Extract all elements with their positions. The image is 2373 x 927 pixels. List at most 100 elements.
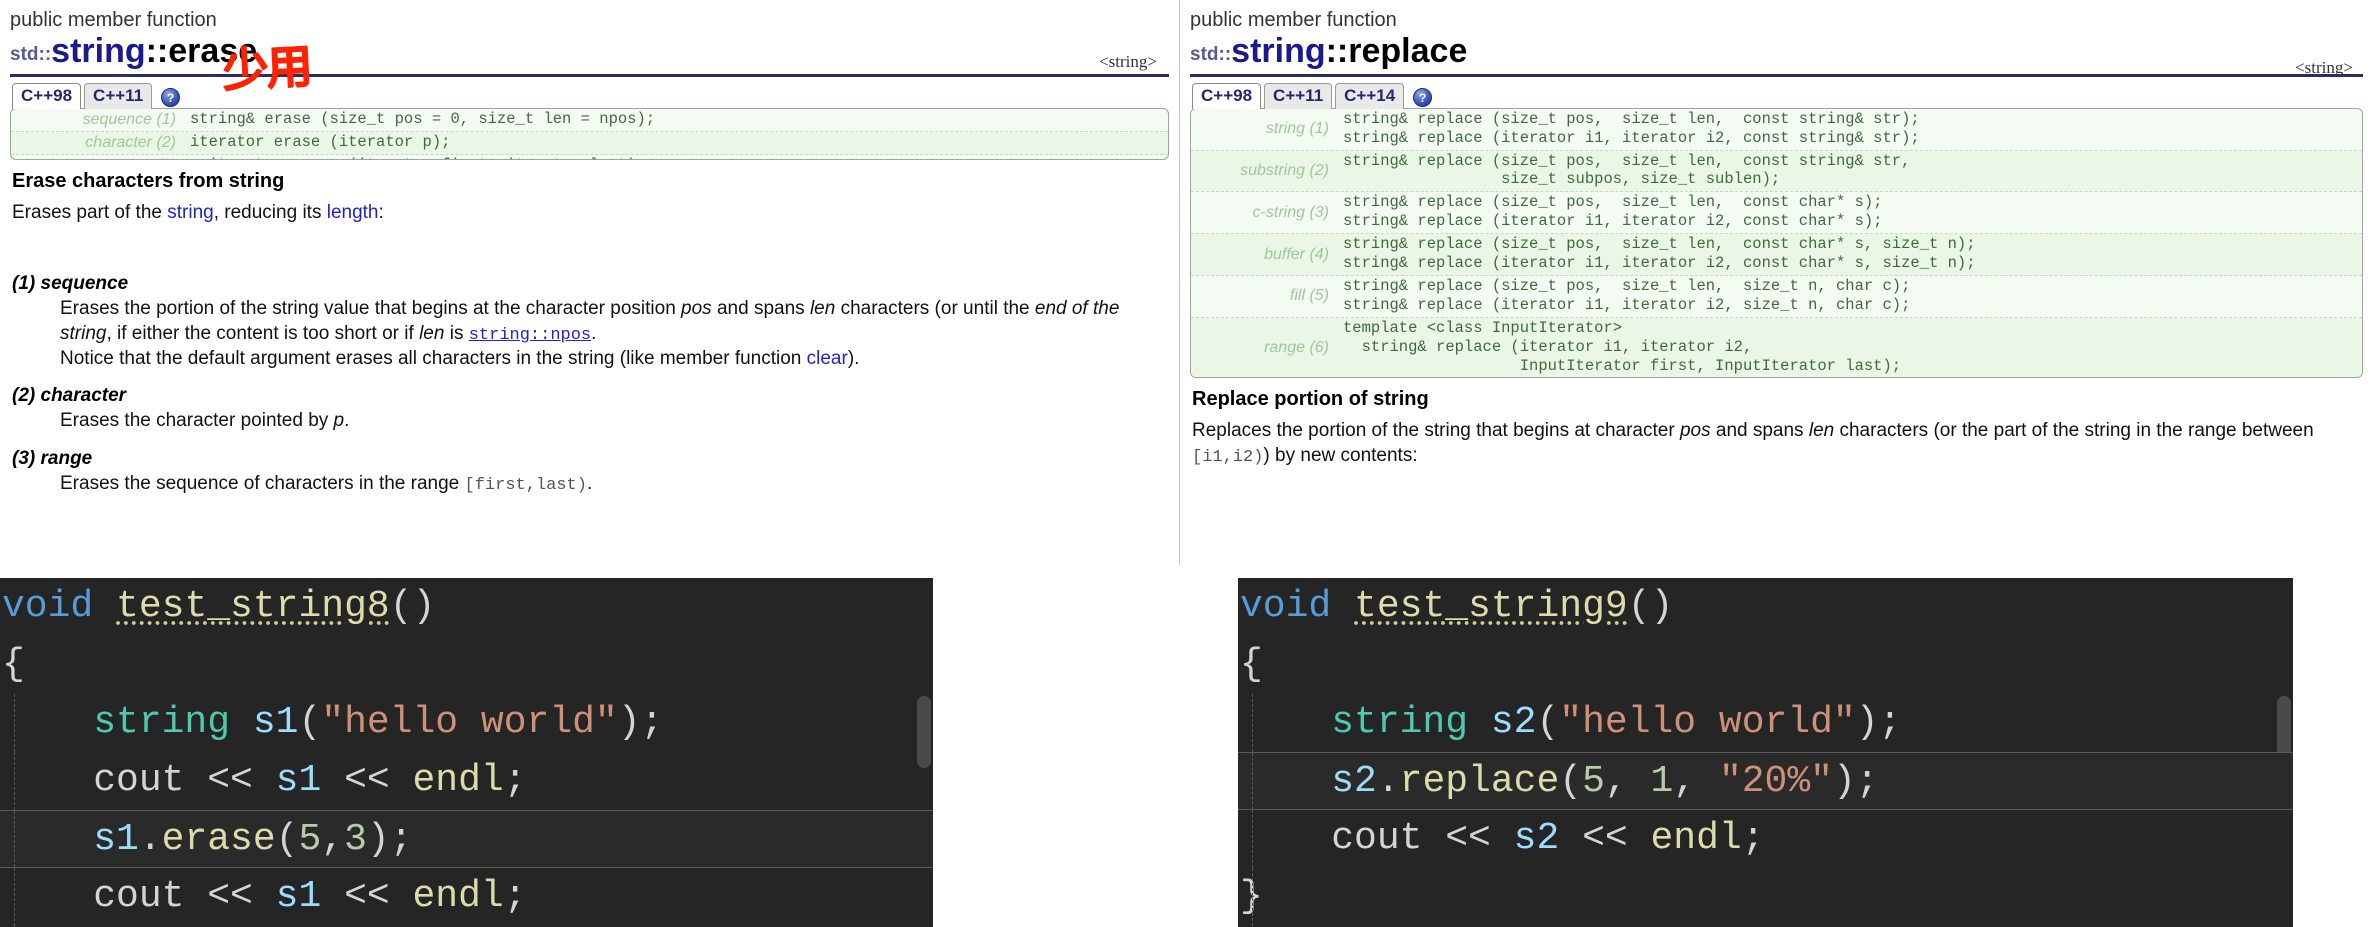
title-scope-separator: :: [1325, 32, 1349, 70]
code-token: endl [412, 759, 504, 802]
indent-guide [14, 811, 15, 867]
code-token: << [184, 875, 276, 918]
desc-text-c: characters (or the part of the string in… [1834, 420, 2314, 442]
tab-cpp11[interactable]: C++11 [84, 83, 153, 109]
doc-panel-erase: public member function std::string::eras… [0, 0, 1180, 565]
signature-code: string& erase (size_t pos = 0, size_t le… [190, 109, 656, 128]
signature-row: range (3) iterator erase (iterator first… [11, 155, 1168, 159]
tab-cpp14[interactable]: C++14 [1335, 83, 1405, 109]
variant-body-range: Erases the sequence of characters in the… [60, 472, 1169, 497]
code-token: s2 [1490, 701, 1537, 744]
header-include-label: <string> [2295, 58, 2353, 77]
code-token: { [2, 643, 25, 686]
intro-text-b: , reducing its [213, 201, 327, 223]
indent-guide [1252, 753, 1253, 809]
link-clear[interactable]: clear [807, 348, 848, 369]
signature-label: string (1) [1265, 120, 1329, 138]
help-icon[interactable]: ? [1413, 87, 1433, 107]
page-title: std::string::erase [10, 32, 1169, 70]
signature-row: c-string (3) string& replace (size_t pos… [1191, 192, 2362, 235]
tab-cpp98[interactable]: C++98 [12, 83, 82, 109]
code-editor-erase[interactable]: void test_string8() { string s1("hello wo… [0, 578, 933, 927]
signature-label: substring (2) [1240, 161, 1329, 179]
code-line[interactable]: cout << s1 << endl; [0, 752, 933, 810]
code-token: ; [503, 759, 527, 802]
code-token: endl [412, 875, 504, 918]
signature-label: fill (5) [1289, 287, 1329, 305]
signature-row: range (6) template <class InputIterator>… [1191, 317, 2362, 378]
intro-text-c: : [378, 201, 384, 223]
code-line[interactable]: s1.erase(5,3); [0, 810, 933, 868]
code-and-console-row: void test_string8() { string s1("hello wo… [0, 565, 2373, 927]
page-title: std::string::replace [1190, 32, 2363, 70]
code-token: << [321, 759, 413, 802]
code-editor-replace[interactable]: void test_string9(){ string s2("hello wo… [1238, 578, 2293, 927]
code-token: << [1559, 817, 1651, 860]
code-line[interactable]: } [1238, 868, 2293, 926]
signature-row: buffer (4) string& replace (size_t pos, … [1191, 234, 2362, 276]
desc-text-d: ) by new contents: [1263, 444, 1418, 466]
code-line[interactable]: string s1("hello world"); [0, 694, 933, 752]
range-notation: [first,last) [464, 476, 587, 496]
tab-cpp98[interactable]: C++98 [1192, 83, 1262, 109]
code-line[interactable]: cout << s2 << endl; [1238, 810, 2293, 868]
code-token: << [321, 875, 413, 918]
code-line[interactable]: { [0, 636, 933, 694]
page-kicker: public member function [1190, 9, 1397, 31]
signature-table: sequence (1) string& erase (size_t pos =… [10, 107, 1169, 160]
v1-text-e: is [444, 322, 469, 344]
signature-label: c-string (3) [1252, 203, 1329, 221]
code-token: << [1422, 817, 1514, 860]
code-line[interactable]: cout << s1 << endl; [0, 868, 933, 926]
code-token: s1 [252, 701, 299, 744]
param-pos: pos [681, 298, 712, 319]
code-token: ); [366, 818, 413, 861]
signature-code: string& replace (size_t pos, size_t len,… [1343, 151, 1911, 189]
variant-body-character: Erases the character pointed by p. [60, 409, 1169, 434]
code-line[interactable]: { [1238, 636, 2293, 694]
v1-text-a: Erases the portion of the string value t… [60, 298, 682, 319]
help-icon[interactable]: ? [161, 87, 181, 107]
doc-panel-replace: public member function std::string::repl… [1180, 0, 2373, 565]
code-token: << [184, 759, 276, 802]
code-line[interactable]: s2.replace(5, 1, "20%"); [1238, 752, 2293, 810]
signature-code: string& replace (size_t pos, size_t len,… [1343, 235, 1976, 273]
code-token: replace [1399, 760, 1560, 803]
code-line[interactable]: string s2("hello world"); [1238, 694, 2293, 752]
code-line[interactable]: void test_string9() [1238, 578, 2293, 636]
indent-guide [1252, 868, 1253, 926]
red-handwritten-annotation: 少用 [220, 38, 312, 98]
code-token: 3 [344, 818, 367, 861]
link-string-npos[interactable]: string::npos [469, 326, 591, 345]
title-wrapper: std::string::erase 少用 <string> [10, 32, 1169, 97]
title-class: string [51, 32, 146, 70]
header-include-label: <string> [1099, 52, 1157, 71]
link-length[interactable]: length [327, 202, 379, 223]
code-token: void [1240, 585, 1355, 628]
description-paragraph: Replaces the portion of the string that … [1192, 419, 2363, 468]
signature-label: range (3) [11, 155, 186, 159]
code-token: 5 [1582, 760, 1605, 803]
code-token: 5 [298, 818, 322, 861]
signature-table: string (1) string& replace (size_t pos, … [1190, 107, 2363, 379]
v1-line2-a: Notice that the default argument erases … [60, 347, 807, 369]
param-p: p [333, 410, 345, 432]
link-string[interactable]: string [167, 202, 213, 223]
code-token: ( [1559, 760, 1583, 803]
desc-text-b: and spans [1710, 420, 1809, 442]
param-len: len [809, 298, 836, 319]
code-token: erase [161, 818, 276, 861]
signature-row: sequence (1) string& erase (size_t pos =… [11, 109, 1168, 132]
code-line[interactable]: void test_string8() [0, 578, 933, 636]
v1-text-f: . [591, 322, 597, 344]
param-len: len [1808, 420, 1835, 442]
tab-cpp11[interactable]: C++11 [1264, 83, 1333, 109]
code-token: . [138, 818, 162, 861]
code-token: s2 [1513, 817, 1560, 860]
indent-guide [1252, 694, 1253, 752]
page-kicker: public member function [10, 9, 217, 31]
